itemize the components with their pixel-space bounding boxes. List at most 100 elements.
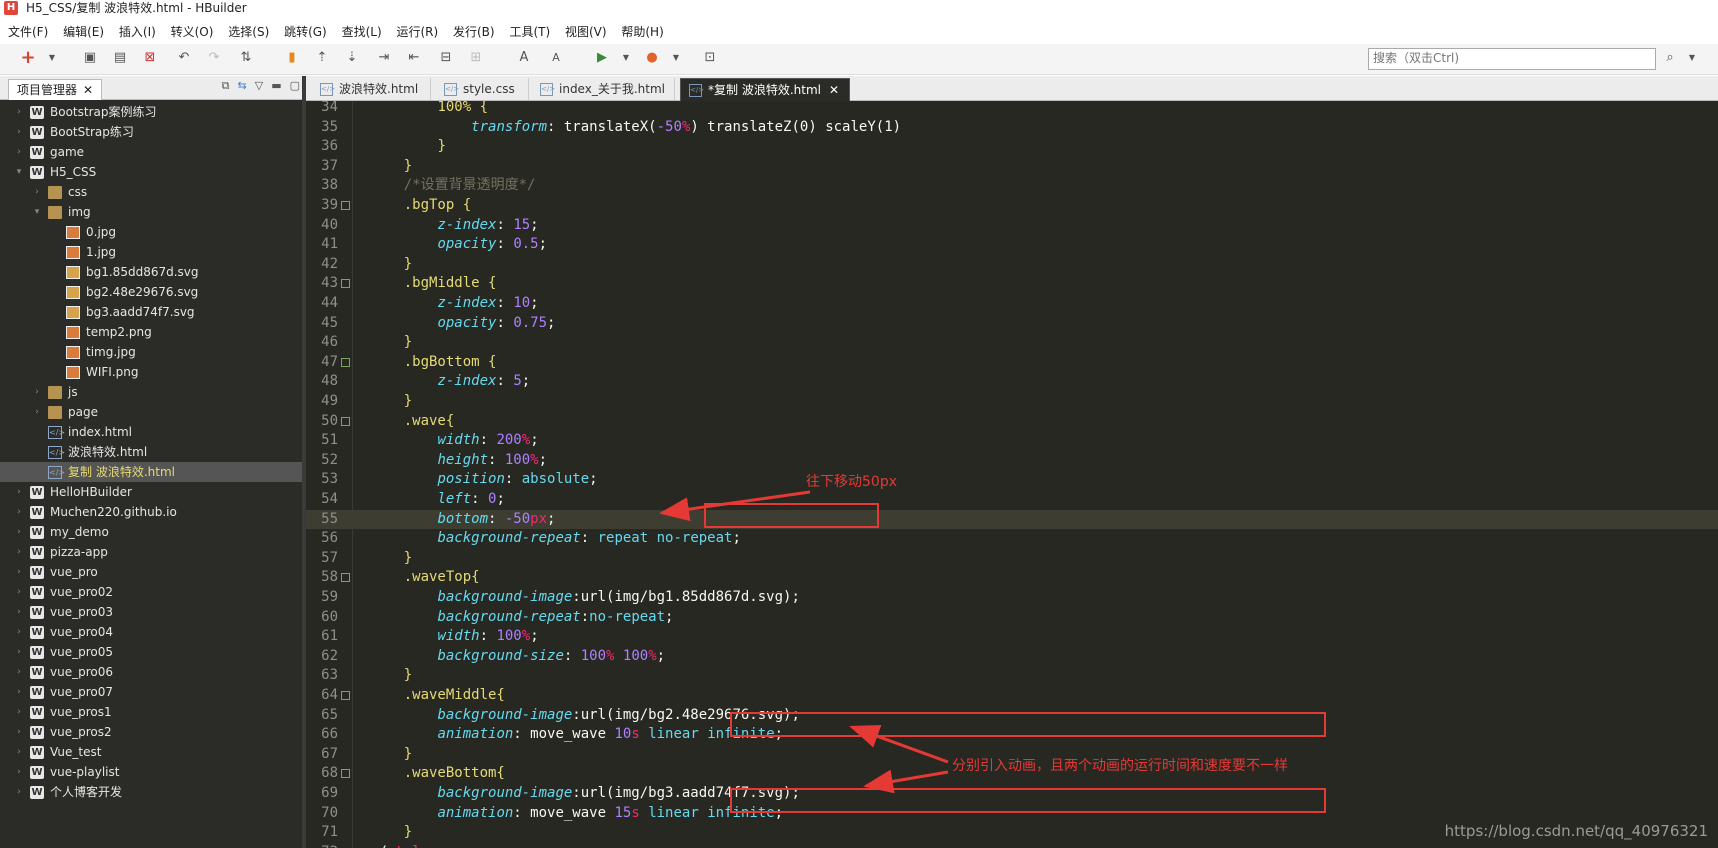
code-line[interactable]: 56 background-repeat: repeat no-repeat; <box>306 529 1718 548</box>
fold-marker-icon[interactable] <box>341 201 350 210</box>
code-line[interactable]: 57 } <box>306 549 1718 568</box>
undo-icon[interactable]: ↶ <box>176 50 192 66</box>
menu-edit[interactable]: 编辑(E) <box>63 22 104 42</box>
code-line[interactable]: 59 background-image:url(img/bg1.85dd867d… <box>306 588 1718 607</box>
expand-arrow-icon[interactable]: ▾ <box>32 202 42 222</box>
code-line[interactable]: 44 z-index: 10; <box>306 294 1718 313</box>
tree-node[interactable]: › js <box>0 382 306 402</box>
code-line[interactable]: 62 background-size: 100% 100%; <box>306 647 1718 666</box>
menu-find[interactable]: 查找(L) <box>342 22 382 42</box>
search-input[interactable] <box>1369 49 1647 67</box>
run-dropdown-icon[interactable]: ▼ <box>618 50 634 66</box>
menu-escape[interactable]: 转义(O) <box>171 22 214 42</box>
code-line[interactable]: 55 bottom: -50px; <box>306 509 1718 529</box>
fold-marker-icon[interactable] <box>341 573 350 583</box>
menu-run[interactable]: 运行(R) <box>396 22 438 42</box>
fold-marker-icon[interactable] <box>341 357 350 367</box>
collapse-arrow-icon[interactable]: › <box>14 562 24 582</box>
tree-node[interactable]: › Wvue_pro <box>0 562 306 582</box>
code-line[interactable]: 36 } <box>306 137 1718 156</box>
collapse-arrow-icon[interactable]: › <box>14 522 24 542</box>
tree-node[interactable]: </> 波浪特效.html <box>0 442 306 462</box>
search-icon[interactable]: ⌕ <box>1662 50 1678 66</box>
save-icon[interactable]: ▣ <box>82 50 98 66</box>
editor-tab[interactable]: </> style.css <box>436 78 529 100</box>
collapse-arrow-icon[interactable]: › <box>14 102 24 122</box>
menu-help[interactable]: 帮助(H) <box>621 22 663 42</box>
tree-node[interactable]: › Wvue_pro02 <box>0 582 306 602</box>
code-line[interactable]: 35 transform: translateX(-50%) translate… <box>306 118 1718 137</box>
menu-file[interactable]: 文件(F) <box>8 22 48 42</box>
code-line[interactable]: 64 .waveMiddle{ <box>306 686 1718 705</box>
collapse-arrow-icon[interactable]: › <box>14 782 24 802</box>
close-file-icon[interactable]: ⊠ <box>142 50 158 66</box>
tree-node[interactable]: › Wvue-playlist <box>0 762 306 782</box>
editor-tab[interactable]: </> index_关于我.html <box>532 78 675 100</box>
collapse-all-icon[interactable]: ⧉ <box>222 79 230 92</box>
code-line[interactable]: 39 .bgTop { <box>306 196 1718 215</box>
code-line[interactable]: 47 .bgBottom { <box>306 353 1718 372</box>
tree-node[interactable]: › Wvue_pro07 <box>0 682 306 702</box>
project-manager-tab[interactable]: 项目管理器 ✕ <box>8 79 103 100</box>
redo-icon[interactable]: ↷ <box>206 50 222 66</box>
collapse-arrow-icon[interactable]: › <box>14 682 24 702</box>
search-dropdown-icon[interactable]: ▼ <box>1684 50 1700 66</box>
tree-node[interactable]: › W BootStrap练习 <box>0 122 306 142</box>
code-line[interactable]: 54 left: 0; <box>306 490 1718 509</box>
tree-node[interactable]: temp2.png <box>0 322 306 342</box>
collapse-arrow-icon[interactable]: › <box>14 622 24 642</box>
tree-node[interactable]: › Wvue_pro03 <box>0 602 306 622</box>
tree-node[interactable]: › W Vue_test <box>0 742 306 762</box>
code-line[interactable]: 46 } <box>306 333 1718 352</box>
code-line[interactable]: 63 } <box>306 666 1718 685</box>
tree-node[interactable]: bg2.48e29676.svg <box>0 282 306 302</box>
collapse-arrow-icon[interactable]: › <box>14 742 24 762</box>
code-line[interactable]: 41 opacity: 0.5; <box>306 235 1718 254</box>
tree-node[interactable]: ▾ img <box>0 202 306 222</box>
tree-node[interactable]: › Wvue_pros2 <box>0 722 306 742</box>
font-smaller-icon[interactable]: A <box>548 50 564 66</box>
run-icon[interactable]: ▶ <box>594 50 610 66</box>
next-bookmark-icon[interactable]: ⇣ <box>344 50 360 66</box>
tree-node[interactable]: ▾ W H5_CSS <box>0 162 306 182</box>
code-line[interactable]: 45 opacity: 0.75; <box>306 314 1718 333</box>
code-line[interactable]: 72 </style> <box>306 843 1718 848</box>
menu-view[interactable]: 视图(V) <box>565 22 607 42</box>
tree-node[interactable]: › W Bootstrap案例练习 <box>0 102 306 122</box>
menu-insert[interactable]: 插入(I) <box>119 22 156 42</box>
tree-node[interactable]: WIFI.png <box>0 362 306 382</box>
tree-node[interactable]: › W HelloHBuilder <box>0 482 306 502</box>
code-line[interactable]: 61 width: 100%; <box>306 627 1718 646</box>
tree-node[interactable]: › Wvue_pro05 <box>0 642 306 662</box>
tree-node[interactable]: › css <box>0 182 306 202</box>
code-line[interactable]: 49 } <box>306 392 1718 411</box>
editor-tab[interactable]: </> *复制 波浪特效.html ✕ <box>680 78 850 101</box>
uncomment-icon[interactable]: ⊞ <box>468 50 484 66</box>
tree-node[interactable]: › Wvue_pro04 <box>0 622 306 642</box>
new-file-icon[interactable]: + <box>20 49 36 67</box>
prev-bookmark-icon[interactable]: ⇡ <box>314 50 330 66</box>
tree-node[interactable]: 0.jpg <box>0 222 306 242</box>
tree-node[interactable]: › Wgame <box>0 142 306 162</box>
tree-node[interactable]: › W 个人博客开发 <box>0 782 306 802</box>
fold-marker-icon[interactable] <box>341 691 350 700</box>
minimize-icon[interactable]: ▬ <box>271 79 281 92</box>
collapse-arrow-icon[interactable]: › <box>14 662 24 682</box>
collapse-arrow-icon[interactable]: › <box>14 702 24 722</box>
browser-icon[interactable]: ● <box>644 50 660 66</box>
collapse-arrow-icon[interactable]: › <box>32 402 42 422</box>
code-line[interactable]: 60 background-repeat:no-repeat; <box>306 608 1718 627</box>
collapse-arrow-icon[interactable]: › <box>14 762 24 782</box>
code-line[interactable]: 52 height: 100%; <box>306 451 1718 470</box>
expand-arrow-icon[interactable]: ▾ <box>14 162 24 182</box>
tree-node[interactable]: › Wpizza-app <box>0 542 306 562</box>
menu-goto[interactable]: 跳转(G) <box>284 22 327 42</box>
link-editor-icon[interactable]: ⇆ <box>238 79 247 92</box>
menu-publish[interactable]: 发行(B) <box>453 22 495 42</box>
code-line[interactable]: 48 z-index: 5; <box>306 372 1718 391</box>
collapse-arrow-icon[interactable]: › <box>32 382 42 402</box>
preview-icon[interactable]: ⊡ <box>702 50 718 66</box>
collapse-arrow-icon[interactable]: › <box>14 602 24 622</box>
collapse-arrow-icon[interactable]: › <box>14 122 24 142</box>
tree-node[interactable]: › Wmy_demo <box>0 522 306 542</box>
